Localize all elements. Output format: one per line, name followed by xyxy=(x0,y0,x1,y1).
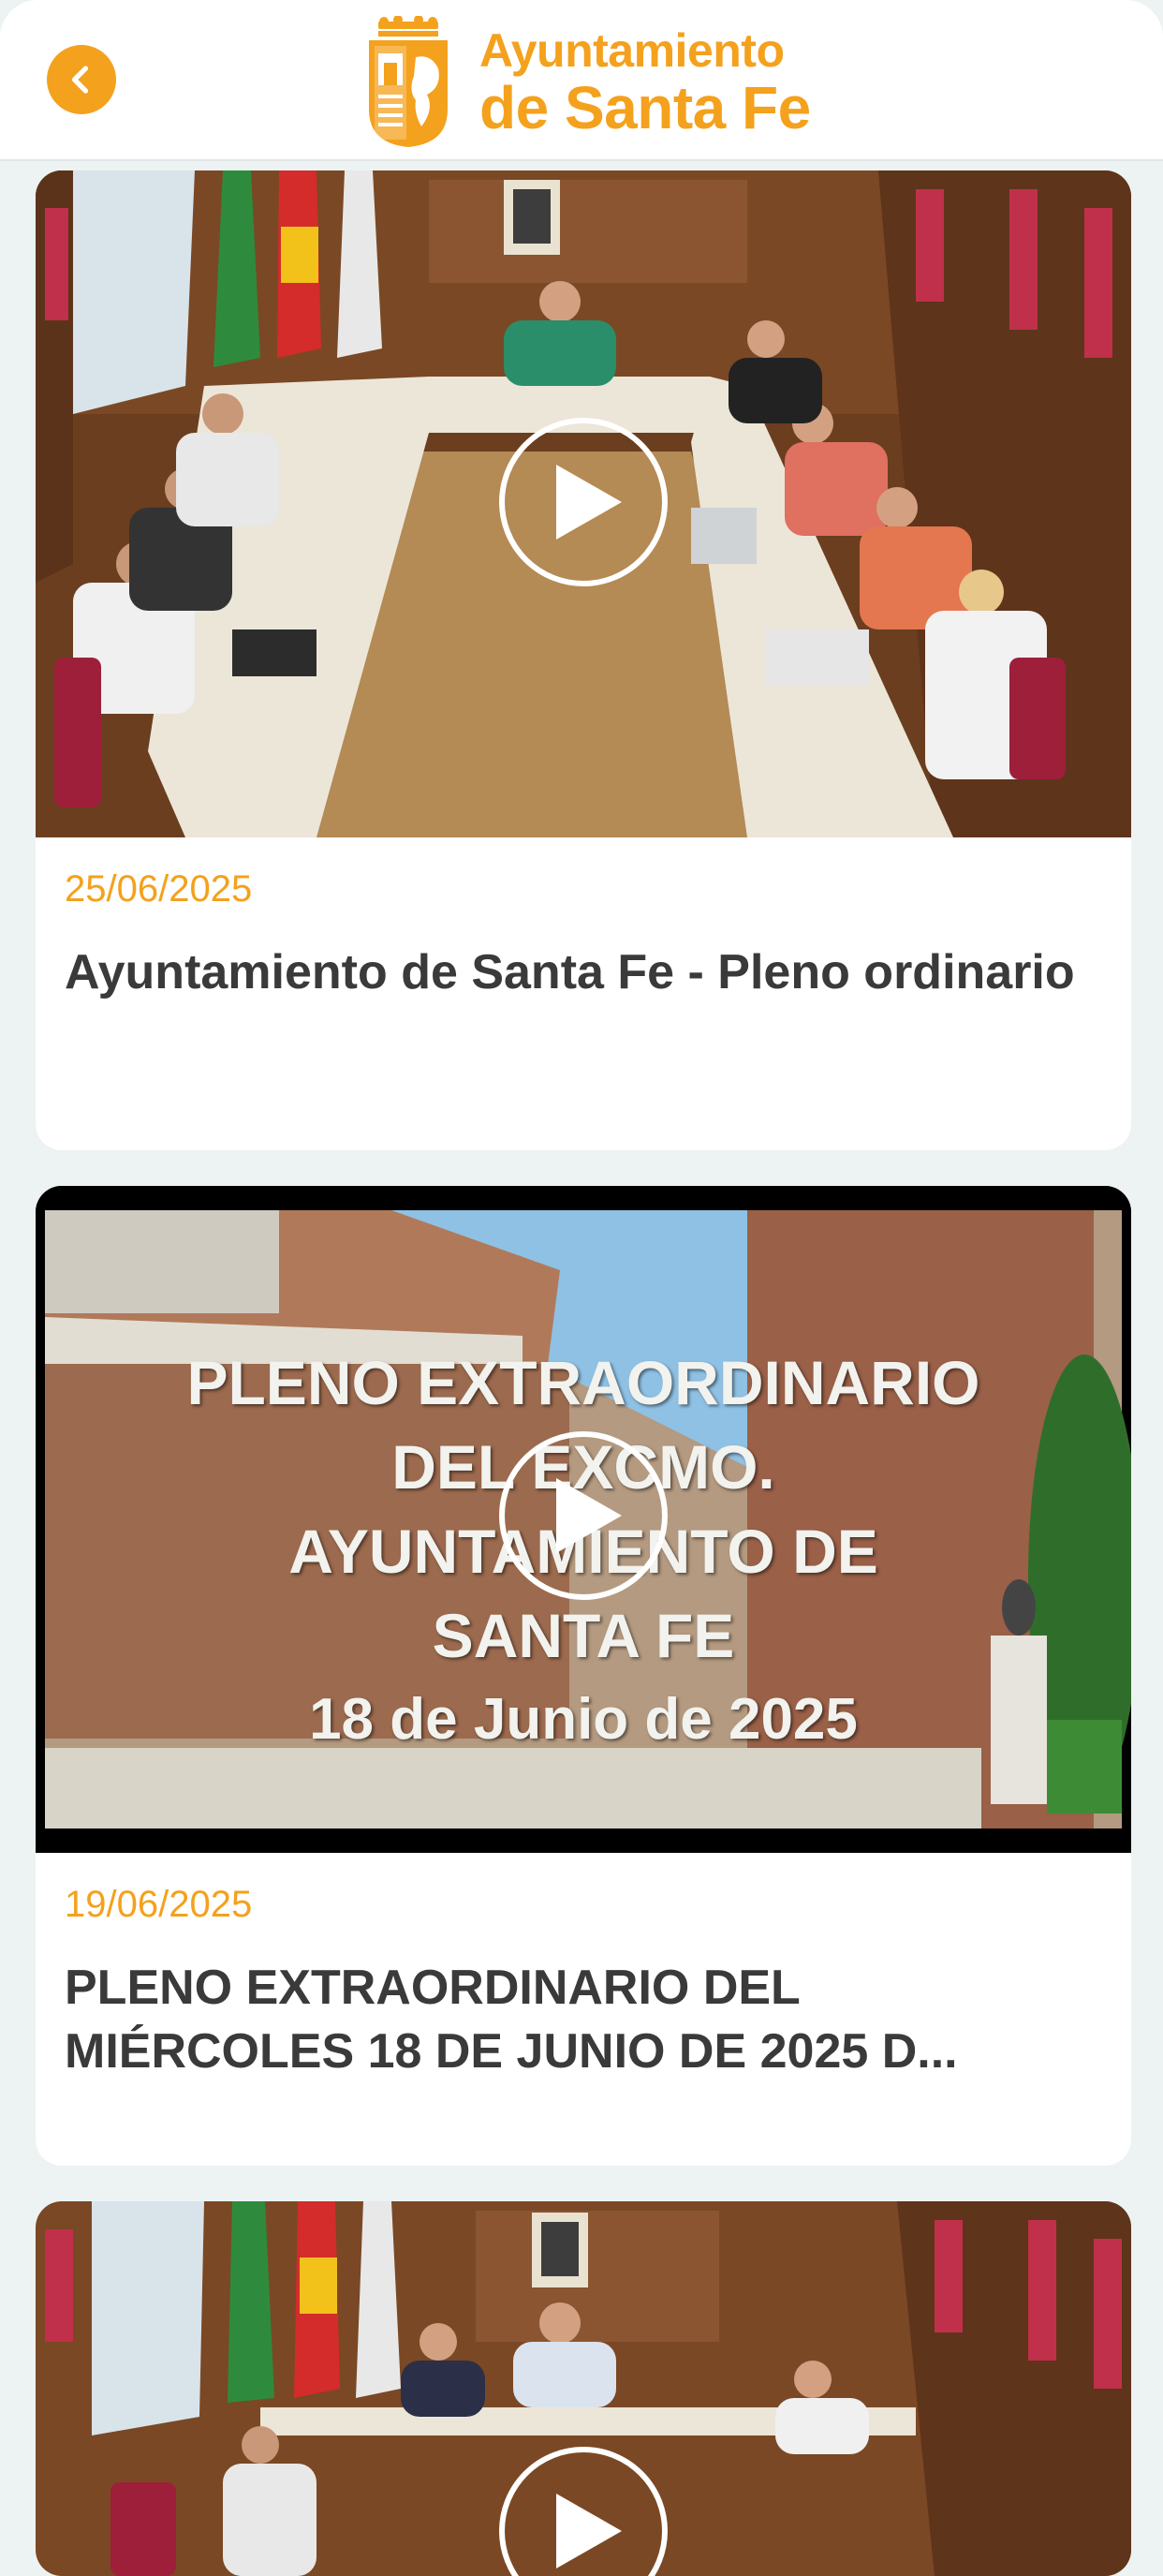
video-title-line1: PLENO EXTRAORDINARIO DEL xyxy=(65,1961,801,2015)
logo-title-line1: Ayuntamiento xyxy=(479,24,785,77)
video-overlay-line: SANTA FE xyxy=(432,1601,735,1670)
back-button[interactable] xyxy=(47,45,116,114)
video-overlay-line: PLENO EXTRAORDINARIO xyxy=(186,1348,980,1417)
play-icon xyxy=(556,465,622,540)
coat-of-arms-icon xyxy=(369,16,448,147)
play-button[interactable] xyxy=(499,1431,668,1600)
play-button[interactable] xyxy=(499,418,668,586)
video-card[interactable] xyxy=(36,2201,1131,2576)
video-thumbnail[interactable] xyxy=(36,170,1131,837)
video-title-line2: MIÉRCOLES 18 DE JUNIO DE 2025 D... xyxy=(65,2024,958,2079)
video-date: 25/06/2025 xyxy=(65,868,253,910)
video-card[interactable]: 25/06/2025 Ayuntamiento de Santa Fe - Pl… xyxy=(36,170,1131,1150)
video-title: Ayuntamiento de Santa Fe - Pleno ordinar… xyxy=(65,945,1075,999)
chevron-left-icon xyxy=(71,66,89,94)
logo-title-line2: de Santa Fe xyxy=(479,74,811,141)
video-date: 19/06/2025 xyxy=(65,1884,253,1925)
play-icon xyxy=(556,2494,622,2569)
video-thumbnail[interactable] xyxy=(36,2201,1131,2576)
video-thumbnail[interactable]: PLENO EXTRAORDINARIO DEL EXCMO. AYUNTAMI… xyxy=(36,1186,1131,1853)
video-card[interactable]: PLENO EXTRAORDINARIO DEL EXCMO. AYUNTAMI… xyxy=(36,1186,1131,2166)
video-overlay-line: 18 de Junio de 2025 xyxy=(309,1687,858,1752)
play-icon xyxy=(556,1478,622,1553)
app-logo: Ayuntamiento de Santa Fe xyxy=(365,13,811,152)
app-header: Ayuntamiento de Santa Fe xyxy=(0,0,1163,161)
